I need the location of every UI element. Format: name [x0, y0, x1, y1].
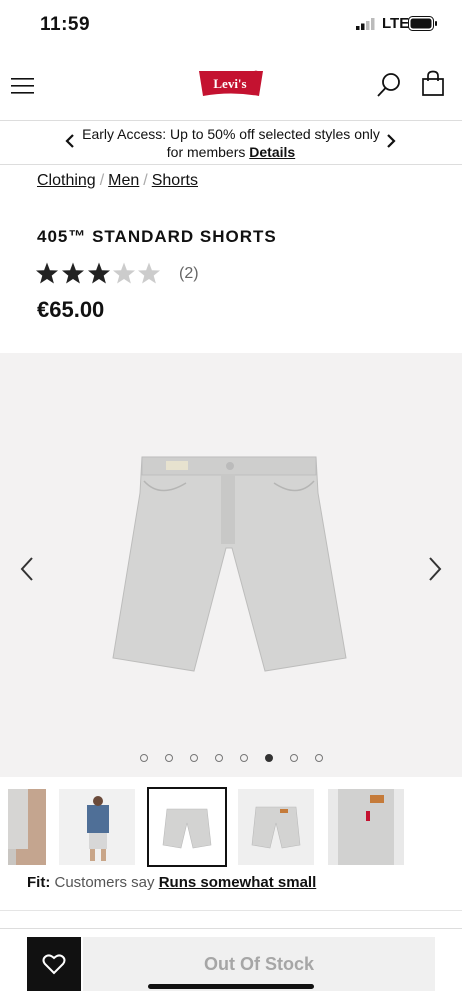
- chevron-left-icon[interactable]: [64, 133, 76, 149]
- signal-icon: [356, 18, 375, 30]
- breadcrumb-separator: /: [143, 172, 148, 189]
- product-price: €65.00: [37, 297, 105, 322]
- heart-icon: [42, 954, 66, 975]
- breadcrumb-men[interactable]: Men: [108, 172, 139, 189]
- status-time: 11:59: [40, 14, 91, 35]
- pagination-dot[interactable]: [314, 754, 323, 762]
- thumbnail-image: [251, 806, 301, 849]
- thumbnail-image: [162, 808, 212, 849]
- search-icon[interactable]: [376, 72, 402, 98]
- promo-banner: Early Access: Up to 50% off selected sty…: [0, 121, 462, 165]
- thumbnail-4[interactable]: [238, 789, 314, 865]
- thumbnail-3-selected[interactable]: [147, 787, 227, 867]
- product-rating[interactable]: (2): [35, 261, 199, 287]
- out-of-stock-button[interactable]: Out Of Stock: [83, 937, 435, 991]
- thumbnail-5[interactable]: [328, 789, 404, 865]
- product-gallery[interactable]: [0, 353, 462, 777]
- promo-details-link[interactable]: Details: [249, 144, 295, 160]
- star-rating-icon: [36, 262, 160, 284]
- shopping-bag-icon[interactable]: [421, 70, 445, 97]
- fit-value-link[interactable]: Runs somewhat small: [159, 874, 317, 891]
- levis-logo[interactable]: Levi's: [197, 69, 265, 101]
- fit-info: Fit: Customers say Runs somewhat small: [27, 874, 316, 891]
- thumbnail-1[interactable]: [8, 789, 46, 865]
- pagination-dot[interactable]: [239, 754, 248, 762]
- breadcrumb: Clothing / Men / Shorts: [37, 172, 198, 190]
- breadcrumb-separator: /: [99, 172, 105, 189]
- promo-message: Early Access: Up to 50% off selected sty…: [80, 125, 382, 161]
- gallery-prev-icon[interactable]: [18, 556, 36, 582]
- product-image: [112, 456, 347, 672]
- pagination-dot[interactable]: [289, 754, 298, 762]
- status-bar: 11:59 LTE: [0, 0, 462, 50]
- network-label: LTE: [382, 15, 410, 32]
- logo-text: Levi's: [213, 76, 246, 91]
- thumbnail-image: [59, 789, 135, 865]
- product-title: 405™ STANDARD SHORTS: [37, 227, 277, 246]
- pagination-dot[interactable]: [214, 754, 223, 762]
- battery-icon: [408, 16, 437, 31]
- divider: [0, 910, 462, 911]
- review-count[interactable]: (2): [179, 265, 199, 283]
- home-indicator: [148, 984, 314, 989]
- fit-label: Fit:: [27, 874, 51, 891]
- pagination-dot[interactable]: [164, 754, 173, 762]
- thumbnail-image: [8, 789, 46, 865]
- gallery-pagination: [0, 754, 462, 762]
- fit-prefix: Customers say: [54, 874, 155, 891]
- pagination-dot[interactable]: [139, 754, 148, 762]
- breadcrumb-clothing[interactable]: Clothing: [37, 172, 96, 189]
- thumbnail-image: [328, 789, 404, 865]
- wishlist-button[interactable]: [27, 937, 81, 991]
- breadcrumb-shorts[interactable]: Shorts: [152, 172, 198, 189]
- chevron-right-icon[interactable]: [385, 133, 397, 149]
- gallery-next-icon[interactable]: [426, 556, 444, 582]
- thumbnail-2[interactable]: [59, 789, 135, 865]
- pagination-dot[interactable]: [189, 754, 198, 762]
- hamburger-icon[interactable]: [11, 78, 35, 94]
- pagination-dot-active[interactable]: [264, 754, 273, 762]
- promo-text: Early Access: Up to 50% off selected sty…: [82, 126, 380, 160]
- thumbnail-strip: [0, 787, 462, 867]
